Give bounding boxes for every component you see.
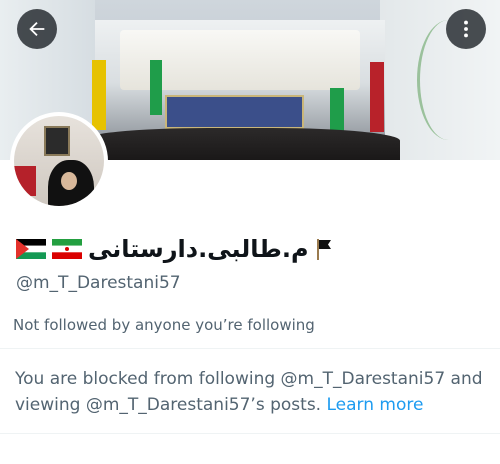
- iran-flag-icon: [52, 239, 82, 259]
- profile-handle: @m_T_Darestani57: [16, 273, 181, 293]
- avatar-image: [14, 116, 104, 206]
- display-name: م.طالبی.دارستانی: [16, 233, 496, 265]
- section-divider: [0, 348, 500, 349]
- profile-avatar[interactable]: [10, 112, 108, 210]
- black-flag-icon: [316, 239, 331, 260]
- banner-crowd: [80, 128, 400, 160]
- avatar-detail-face: [61, 172, 77, 190]
- more-vertical-icon: [464, 20, 468, 38]
- learn-more-link[interactable]: Learn more: [326, 395, 423, 415]
- avatar-detail-red: [14, 166, 36, 196]
- blocked-notice: You are blocked from following @m_T_Dare…: [15, 366, 485, 418]
- back-button[interactable]: [17, 9, 57, 49]
- banner-flag-red: [370, 62, 384, 132]
- more-options-button[interactable]: [446, 9, 486, 49]
- section-divider-bottom: [0, 433, 500, 434]
- avatar-detail-frame: [44, 126, 70, 156]
- arrow-left-icon: [29, 21, 45, 37]
- followed-by-text: Not followed by anyone you’re following: [13, 316, 315, 334]
- display-name-text: م.طالبی.دارستانی: [88, 235, 309, 263]
- banner-sign: [165, 95, 304, 129]
- banner-flag-green: [150, 60, 162, 115]
- palestine-flag-icon: [16, 239, 46, 259]
- banner-flag-yellow: [92, 60, 106, 130]
